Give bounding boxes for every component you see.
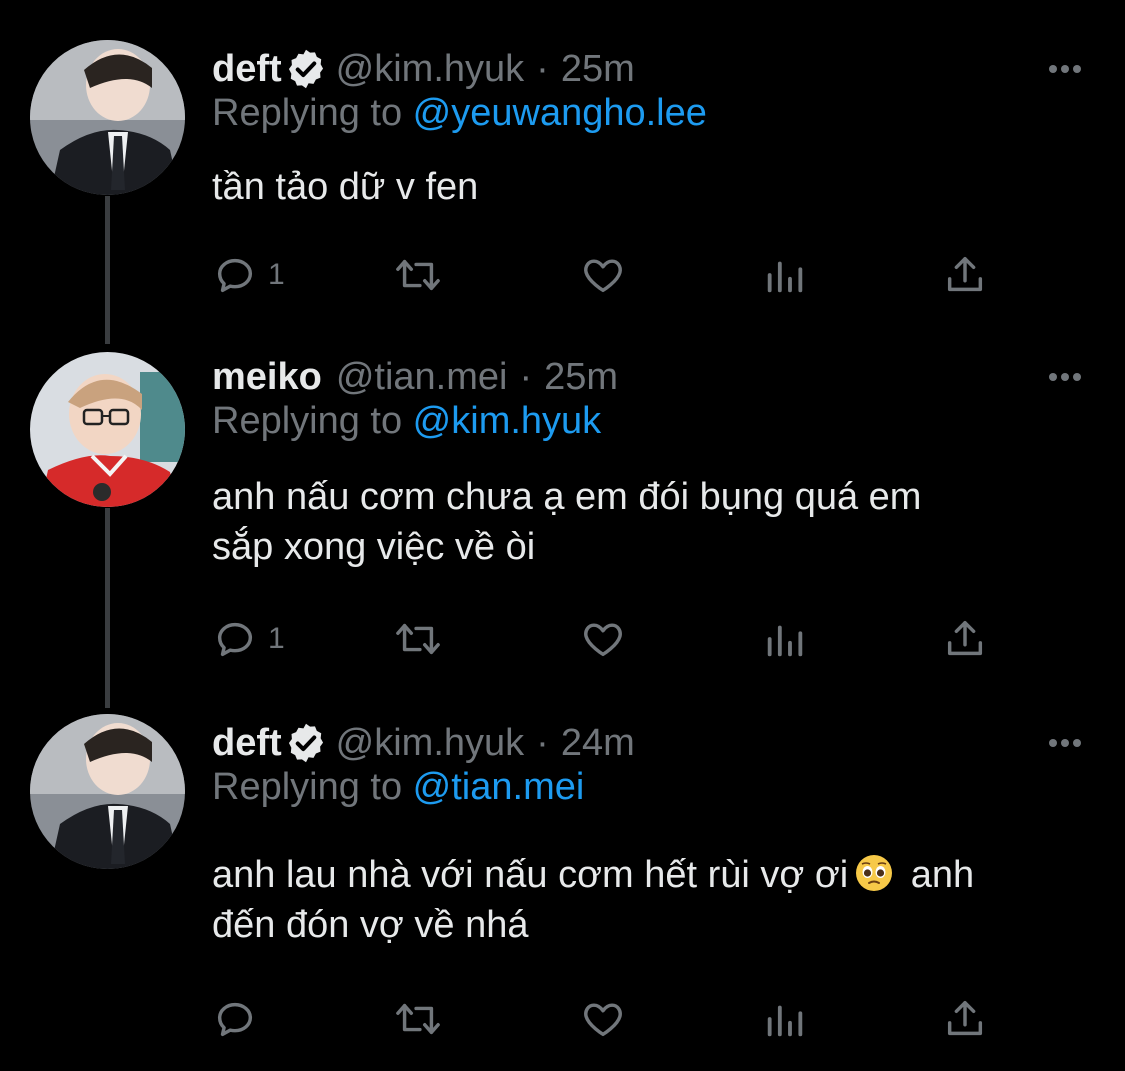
avatar[interactable] (30, 714, 185, 869)
tweet-text-line: sắp xong việc về òi (212, 526, 536, 568)
tweet-text-segment: anh (900, 854, 975, 896)
retweet-button[interactable] (390, 994, 446, 1044)
views-button[interactable] (762, 614, 808, 664)
retweet-button[interactable] (390, 614, 446, 664)
handle[interactable]: @kim.hyuk (336, 722, 525, 765)
like-button[interactable] (578, 614, 628, 664)
reply-button[interactable]: 1 (212, 250, 285, 300)
tweet-text-line: tần tảo dữ v fen (212, 166, 479, 208)
share-icon (947, 620, 983, 656)
verified-badge-icon (284, 47, 328, 91)
separator-dot: · (536, 47, 549, 90)
display-name[interactable]: meiko (212, 356, 322, 399)
reply-target-link[interactable]: @tian.mei (413, 766, 585, 808)
share-icon (947, 1000, 983, 1036)
handle[interactable]: @kim.hyuk (336, 48, 525, 91)
like-icon (584, 1003, 622, 1037)
retweet-button[interactable] (390, 250, 446, 300)
display-name[interactable]: deft (212, 722, 282, 765)
views-icon (767, 625, 803, 657)
tweet-text: anh lau nhà với nấu cơm hết rùi vợ ơi an… (212, 850, 1092, 950)
more-options-icon[interactable] (1045, 728, 1085, 758)
reply-count: 1 (268, 258, 285, 291)
replying-to: Replying to @tian.mei (212, 766, 584, 809)
share-button[interactable] (942, 614, 988, 664)
replying-to-label: Replying to (212, 400, 413, 442)
timestamp[interactable]: 24m (561, 722, 635, 765)
separator-dot: · (536, 721, 549, 764)
views-icon (767, 1005, 803, 1037)
tweet-header: meiko @tian.mei · 25m (212, 352, 618, 402)
share-button[interactable] (942, 250, 988, 300)
avatar[interactable] (30, 352, 185, 507)
views-icon (767, 261, 803, 293)
reply-button[interactable] (212, 994, 268, 1044)
share-button[interactable] (942, 994, 988, 1044)
tweet-text: tần tảo dữ v fen (212, 162, 1092, 212)
avatar[interactable] (30, 40, 185, 195)
tweet-text-segment: anh lau nhà với nấu cơm hết rùi vợ ơi (212, 854, 849, 896)
replying-to-label: Replying to (212, 766, 413, 808)
tweet-header: deft @kim.hyuk · 24m (212, 718, 635, 768)
retweet-icon (396, 623, 440, 655)
handle[interactable]: @tian.mei (336, 356, 508, 399)
more-options-icon[interactable] (1045, 362, 1085, 392)
tweet-text-line: anh lau nhà với nấu cơm hết rùi vợ ơi an… (212, 850, 1092, 900)
reply-target-link[interactable]: @yeuwangho.lee (413, 92, 707, 134)
tweet-text-line: đến đón vợ về nhá (212, 904, 529, 946)
like-icon (584, 623, 622, 657)
views-button[interactable] (762, 250, 808, 300)
share-icon (947, 256, 983, 292)
tweet-header: deft @kim.hyuk · 25m (212, 44, 635, 94)
tweet[interactable]: deft @kim.hyuk · 24m Replying to @tian.m… (0, 714, 1125, 1058)
tweet[interactable]: deft @kim.hyuk · 25m Replying to @yeuwan… (0, 40, 1125, 334)
action-bar (212, 994, 1012, 1044)
display-name[interactable]: deft (212, 48, 282, 91)
like-button[interactable] (578, 994, 628, 1044)
retweet-icon (396, 1003, 440, 1035)
reply-count: 1 (268, 622, 285, 655)
views-button[interactable] (762, 994, 808, 1044)
action-bar: 1 (212, 250, 1012, 300)
verified-badge-icon (284, 721, 328, 765)
timestamp[interactable]: 25m (544, 356, 618, 399)
replying-to-label: Replying to (212, 92, 413, 134)
retweet-icon (396, 259, 440, 291)
separator-dot: · (519, 355, 533, 398)
replying-to: Replying to @yeuwangho.lee (212, 92, 707, 135)
reply-target-link[interactable]: @kim.hyuk (413, 400, 602, 442)
replying-to: Replying to @kim.hyuk (212, 400, 601, 443)
tweet[interactable]: meiko @tian.mei · 25m Replying to @kim.h… (0, 352, 1125, 692)
action-bar: 1 (212, 614, 1012, 664)
reply-icon (217, 622, 253, 657)
reply-icon (217, 1002, 253, 1037)
reply-icon (217, 258, 253, 293)
tweet-text-line: anh nấu cơm chưa ạ em đói bụng quá em (212, 476, 922, 518)
like-icon (584, 259, 622, 293)
more-options-icon[interactable] (1045, 54, 1085, 84)
pleading-face-emoji (854, 853, 894, 893)
like-button[interactable] (578, 250, 628, 300)
tweet-text: anh nấu cơm chưa ạ em đói bụng quá em sắ… (212, 472, 1092, 572)
reply-button[interactable]: 1 (212, 614, 285, 664)
timestamp[interactable]: 25m (561, 48, 635, 91)
